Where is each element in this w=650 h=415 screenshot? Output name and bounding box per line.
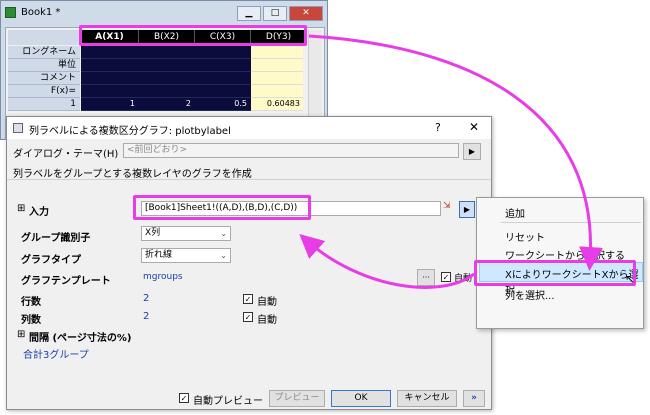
arrow-menu-to-input <box>299 234 475 289</box>
annotation-arrows <box>299 34 603 289</box>
arrow-columns-to-menu <box>308 34 603 271</box>
